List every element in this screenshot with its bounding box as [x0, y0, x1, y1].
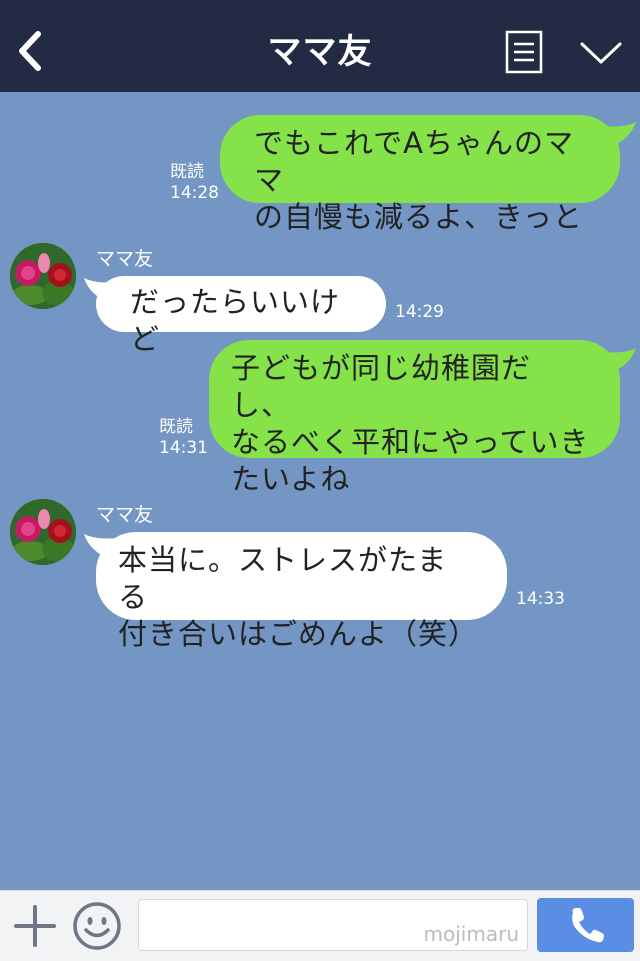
message-bubble[interactable]: 子どもが同じ幼稚園だし、 なるべく平和にやっていき たいよね [209, 340, 620, 496]
chevron-down-icon [580, 42, 622, 64]
message-input[interactable]: mojimaru [138, 899, 528, 951]
watermark-text: mojimaru [423, 922, 519, 946]
message-meta: 既読 14:28 [170, 162, 219, 204]
message-line: 付き合いはごめんよ（笑） [118, 617, 479, 651]
timestamp: 14:28 [170, 183, 219, 203]
avatar[interactable] [10, 243, 76, 309]
more-options-button[interactable] [578, 38, 624, 68]
timestamp: 14:31 [159, 438, 208, 458]
phone-icon [572, 908, 604, 943]
sender-name: ママ友 [96, 248, 154, 270]
sender-name: ママ友 [96, 504, 154, 526]
rose-avatar-image [10, 499, 76, 565]
timestamp: 14:29 [395, 302, 444, 322]
input-bar: mojimaru [0, 890, 640, 961]
message-line: 子どもが同じ幼稚園だし、 [231, 351, 532, 422]
chat-area[interactable]: でもこれでAちゃんのママ の自慢も減るよ、きっと 既読 14:28 ママ友 だっ… [0, 92, 640, 890]
message-line: たいよね [231, 462, 351, 496]
menu-button[interactable] [505, 30, 543, 74]
list-icon [505, 30, 543, 74]
message-bubble[interactable]: 本当に。ストレスがたまる 付き合いはごめんよ（笑） [96, 532, 507, 651]
message-bubble[interactable]: でもこれでAちゃんのママ の自慢も減るよ、きっと [220, 115, 620, 234]
avatar[interactable] [10, 499, 76, 565]
chat-title: ママ友 [267, 32, 373, 72]
message-meta: 既読 14:31 [159, 417, 208, 459]
message-line: でもこれでAちゃんのママ [254, 126, 574, 197]
plus-icon [14, 905, 56, 947]
chat-header: ママ友 [0, 0, 640, 92]
emoji-button[interactable] [72, 901, 122, 951]
message-line: 本当に。ストレスがたまる [118, 543, 448, 614]
timestamp: 14:33 [516, 589, 565, 609]
add-attachment-button[interactable] [12, 903, 58, 949]
rose-avatar-image [10, 243, 76, 309]
message-line: の自慢も減るよ、きっと [254, 200, 583, 234]
message-bubble[interactable]: だったらいいけど [96, 276, 386, 356]
message-line: なるべく平和にやっていき [231, 425, 590, 459]
read-receipt: 既読 [159, 417, 193, 437]
smiley-icon [73, 902, 121, 950]
read-receipt: 既読 [170, 162, 204, 182]
call-button[interactable] [537, 898, 634, 952]
